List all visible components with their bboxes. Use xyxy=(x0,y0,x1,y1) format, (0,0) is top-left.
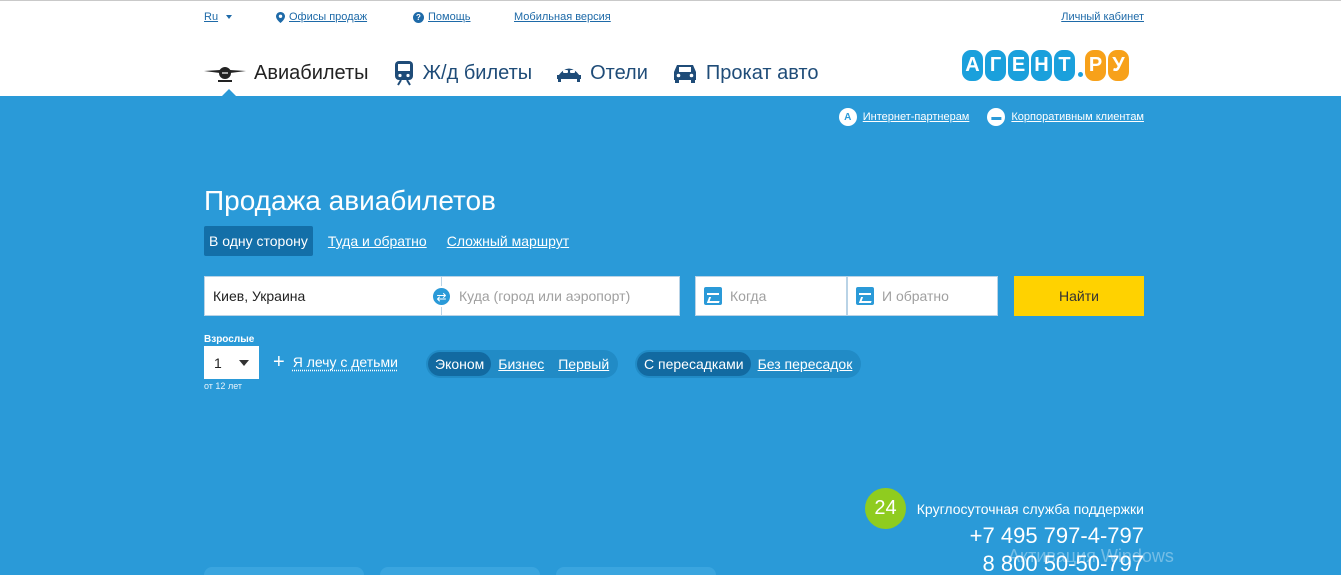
with-kids-label: Я лечу с детьми xyxy=(292,354,398,370)
bottom-tab[interactable] xyxy=(204,567,364,575)
nav-cars-label: Прокат авто xyxy=(705,61,819,84)
search-panel: A Интернет-партнерам ▬ Корпоративным кли… xyxy=(0,96,1341,575)
page-title: Продажа авиабилетов xyxy=(204,185,496,216)
help-icon: ? xyxy=(413,11,424,23)
with-kids-link[interactable]: + Я лечу с детьми xyxy=(273,351,398,373)
mobile-version-label: Мобильная версия xyxy=(514,11,611,23)
nav-hotels[interactable]: Отели xyxy=(556,62,648,85)
stops-with-transfers[interactable]: С пересадками xyxy=(637,352,751,376)
internet-partners-link[interactable]: A Интернет-партнерам xyxy=(838,108,970,126)
nav-hotels-label: Отели xyxy=(590,61,648,84)
cabin-class-selector: Эконом Бизнес Первый xyxy=(426,350,619,378)
calendar-departure-icon xyxy=(704,287,722,305)
account-link[interactable]: Личный кабинет xyxy=(1061,11,1144,23)
bottom-tab[interactable] xyxy=(380,567,540,575)
logo-letter: Н xyxy=(1031,50,1052,81)
internet-partners-label: Интернет-партнерам xyxy=(862,111,970,123)
tab-round-trip[interactable]: Туда и обратно xyxy=(323,226,432,256)
class-economy[interactable]: Эконом xyxy=(428,352,492,376)
nav-air-label: Авиабилеты xyxy=(254,61,369,84)
chevron-down-icon xyxy=(239,360,249,366)
from-field[interactable]: Киев, Украина xyxy=(204,276,442,316)
tab-one-way[interactable]: В одну сторону xyxy=(204,226,313,256)
logo-letter: Г xyxy=(985,50,1006,81)
tab-complex-route[interactable]: Сложный маршрут xyxy=(442,226,574,256)
corporate-clients-link[interactable]: ▬ Корпоративным клиентам xyxy=(987,108,1144,126)
stops-direct[interactable]: Без пересадок xyxy=(751,352,860,376)
swap-direction-icon[interactable]: ⇄ xyxy=(431,286,452,307)
train-icon xyxy=(394,61,413,86)
calendar-return-icon xyxy=(856,287,874,305)
logo-dot xyxy=(1078,72,1083,77)
find-button[interactable]: Найти xyxy=(1014,276,1144,316)
language-selector[interactable]: Ru xyxy=(204,11,233,23)
location-pin-icon xyxy=(276,11,285,23)
adults-value: 1 xyxy=(214,354,222,371)
logo-letter: Т xyxy=(1054,50,1075,81)
adults-select[interactable]: 1 xyxy=(204,346,259,379)
nav-car-rental[interactable]: Прокат авто xyxy=(672,61,819,85)
class-first[interactable]: Первый xyxy=(551,352,616,376)
briefcase-icon: ▬ xyxy=(987,108,1006,126)
chevron-down-icon xyxy=(226,15,233,19)
bed-icon xyxy=(557,68,582,82)
offices-link[interactable]: Офисы продаж xyxy=(276,11,367,23)
nav-rail-label: Ж/д билеты xyxy=(422,61,533,84)
plus-icon: + xyxy=(273,351,285,373)
adults-age-note: от 12 лет xyxy=(204,381,243,391)
from-value: Киев, Украина xyxy=(213,288,306,304)
to-field[interactable]: Куда (город или аэропорт) xyxy=(441,276,680,316)
mobile-version-link[interactable]: Мобильная версия xyxy=(514,11,611,23)
support-24-badge: 24 xyxy=(865,488,906,529)
airplane-icon xyxy=(204,67,246,82)
help-link[interactable]: ? Помощь xyxy=(413,11,471,23)
return-placeholder: И обратно xyxy=(882,288,949,304)
stops-selector: С пересадками Без пересадок xyxy=(635,350,862,378)
return-date-field[interactable]: И обратно xyxy=(847,276,998,316)
depart-date-field[interactable]: Когда xyxy=(695,276,847,316)
bottom-tabs xyxy=(204,567,716,575)
active-nav-pointer xyxy=(222,89,236,96)
logo-letter: Е xyxy=(1008,50,1029,81)
language-label: Ru xyxy=(204,11,219,23)
logo-letter: Р xyxy=(1085,50,1106,81)
logo-letter: А xyxy=(962,50,983,81)
partner-a-icon: A xyxy=(838,108,857,126)
support-label: Круглосуточная служба поддержки xyxy=(916,501,1144,517)
partner-links: A Интернет-партнерам ▬ Корпоративным кли… xyxy=(838,108,1144,126)
nav-rail-tickets[interactable]: Ж/д билеты xyxy=(393,60,533,86)
logo-letter: У xyxy=(1108,50,1129,81)
car-icon xyxy=(673,65,696,83)
help-label: Помощь xyxy=(428,11,471,23)
top-links: Ru Офисы продаж ? Помощь Мобильная верси… xyxy=(204,11,1144,25)
to-placeholder: Куда (город или аэропорт) xyxy=(459,288,631,304)
adults-label: Взрослые xyxy=(204,334,255,345)
corporate-clients-label: Корпоративным клиентам xyxy=(1011,111,1144,123)
nav-air-tickets[interactable]: Авиабилеты xyxy=(204,62,369,85)
agent-ru-logo[interactable]: А Г Е Н Т Р У xyxy=(962,50,1131,81)
bottom-tab[interactable] xyxy=(556,567,716,575)
top-border xyxy=(0,0,1341,3)
depart-placeholder: Когда xyxy=(730,288,767,304)
account-label: Личный кабинет xyxy=(1061,11,1144,23)
trip-type-tabs: В одну сторону Туда и обратно Сложный ма… xyxy=(204,226,584,256)
class-business[interactable]: Бизнес xyxy=(491,352,551,376)
windows-activation-watermark: Активация Windows xyxy=(1008,546,1174,566)
main-nav: Авиабилеты Ж/д билеты Отели Прокат авто xyxy=(204,56,842,90)
offices-label: Офисы продаж xyxy=(289,11,368,23)
